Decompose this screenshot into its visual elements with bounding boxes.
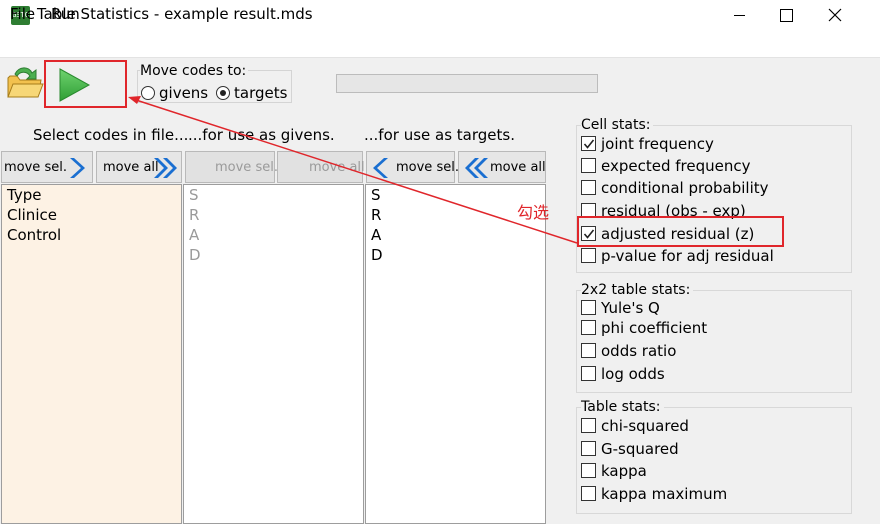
minimize-button[interactable] — [716, 0, 762, 32]
radio-targets-label[interactable]: targets — [234, 84, 287, 102]
checkbox-conditional-probability[interactable] — [581, 180, 596, 195]
checkbox-label[interactable]: expected frequency — [601, 157, 750, 175]
menu-run[interactable]: Run — [51, 5, 80, 23]
checkbox-kappa-maximum[interactable] — [581, 486, 596, 501]
list-item[interactable]: Type — [2, 185, 181, 205]
file-codes-heading: Select codes in file... — [33, 126, 189, 144]
annotation-text: 勾选 — [517, 203, 550, 222]
radio-givens-label[interactable]: givens — [159, 84, 208, 102]
checkbox-label[interactable]: G-squared — [601, 440, 679, 458]
file-move-all-button[interactable]: move all — [96, 151, 182, 183]
radio-targets[interactable] — [216, 86, 230, 100]
double-chevron-left-icon — [465, 158, 488, 178]
table-2x2-stats-label: 2x2 table stats: — [581, 282, 694, 298]
checkbox-label[interactable]: chi-squared — [601, 417, 689, 435]
button-label: move all — [309, 160, 365, 175]
list-item[interactable]: A — [366, 225, 545, 245]
move-codes-label: Move codes to: — [140, 63, 249, 79]
checkbox-expected-frequency[interactable] — [581, 158, 596, 173]
checkbox-chi-squared[interactable] — [581, 418, 596, 433]
list-item[interactable]: Control — [2, 225, 181, 245]
list-item[interactable]: R — [184, 205, 363, 225]
button-label: move all — [490, 160, 546, 175]
maximize-button[interactable] — [762, 0, 808, 32]
checkbox-label[interactable]: joint frequency — [601, 135, 714, 153]
chevron-left-icon — [373, 158, 388, 178]
folder-icon — [7, 67, 44, 98]
checkbox-label[interactable]: odds ratio — [601, 342, 676, 360]
givens-heading: ...for use as givens. — [188, 126, 335, 144]
checkbox-p-value[interactable] — [581, 248, 596, 263]
button-label: move all — [103, 160, 159, 175]
button-label: move sel. — [4, 160, 67, 175]
checkbox-label[interactable]: phi coefficient — [601, 319, 707, 337]
targets-list[interactable]: S R A D — [365, 184, 546, 524]
checkbox-label[interactable]: kappa maximum — [601, 485, 727, 503]
checkbox-odds-ratio[interactable] — [581, 343, 596, 358]
checkbox-yules-q[interactable] — [581, 300, 596, 315]
button-label: move sel. — [396, 160, 459, 175]
list-item[interactable]: D — [184, 245, 363, 265]
file-codes-list[interactable]: Type Clinice Control — [1, 184, 182, 524]
givens-move-all-button[interactable]: move all — [277, 151, 365, 183]
close-button[interactable] — [812, 0, 858, 32]
file-move-selected-button[interactable]: move sel. — [1, 151, 93, 183]
checkmark-icon — [583, 139, 595, 149]
list-item[interactable]: A — [184, 225, 363, 245]
list-item[interactable]: D — [366, 245, 545, 265]
double-chevron-right-icon — [154, 158, 177, 178]
checkbox-label[interactable]: conditional probability — [601, 179, 769, 197]
checkbox-log-odds[interactable] — [581, 366, 596, 381]
radio-givens[interactable] — [141, 86, 155, 100]
open-file-icon[interactable] — [5, 64, 45, 104]
chevron-right-icon — [70, 158, 85, 178]
close-icon — [828, 8, 842, 22]
checkbox-phi-coefficient[interactable] — [581, 320, 596, 335]
cell-stats-label: Cell stats: — [581, 117, 654, 133]
menu-file[interactable]: File — [10, 5, 35, 23]
progress-bar — [336, 74, 598, 93]
checkbox-g-squared[interactable] — [581, 441, 596, 456]
checkbox-label[interactable]: log odds — [601, 365, 665, 383]
checkbox-label[interactable]: kappa — [601, 462, 647, 480]
table-stats-label: Table stats: — [581, 399, 664, 415]
givens-move-selected-button[interactable]: move sel. — [185, 151, 278, 183]
menu-bar — [0, 32, 880, 58]
run-button[interactable] — [44, 60, 127, 108]
targets-heading: ...for use as targets. — [364, 126, 515, 144]
targets-move-selected-button[interactable]: move sel. — [366, 151, 459, 183]
targets-move-all-button[interactable]: move all — [458, 151, 546, 183]
play-icon — [59, 68, 91, 102]
checkbox-label[interactable]: Yule's Q — [601, 299, 660, 317]
annotation-highlight-box — [577, 216, 784, 247]
checkbox-joint-frequency[interactable] — [581, 136, 596, 151]
list-item[interactable]: S — [184, 185, 363, 205]
button-label: move sel. — [215, 160, 278, 175]
list-item[interactable]: Clinice — [2, 205, 181, 225]
givens-list[interactable]: S R A D — [183, 184, 364, 524]
checkbox-kappa[interactable] — [581, 463, 596, 478]
checkbox-label[interactable]: p-value for adj residual — [601, 247, 774, 265]
